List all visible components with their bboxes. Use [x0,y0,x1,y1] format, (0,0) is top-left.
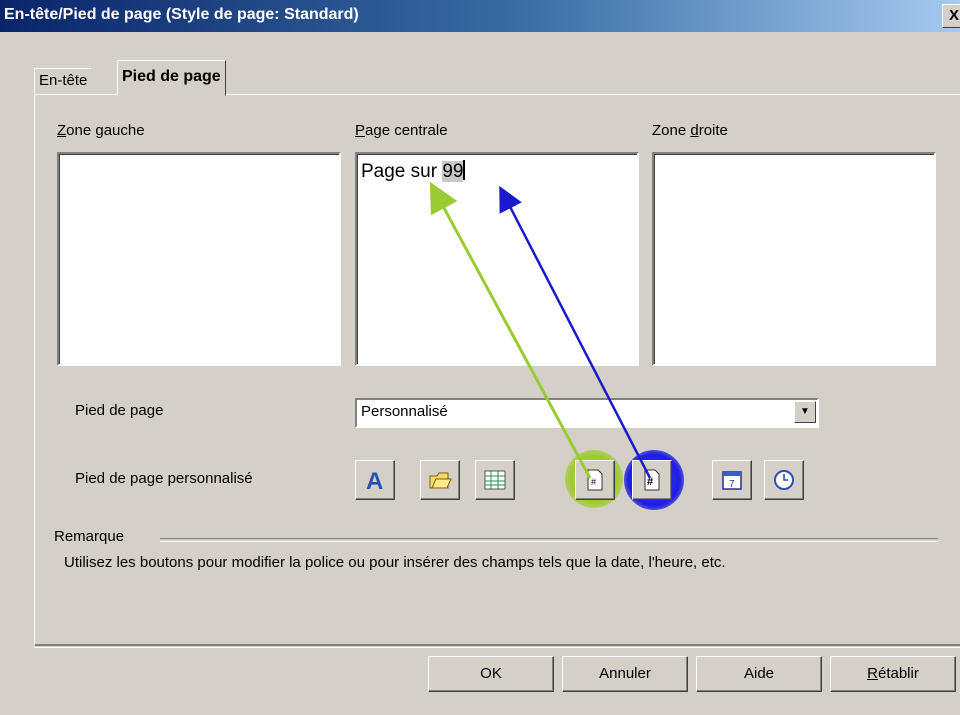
ok-button[interactable]: OK [428,656,554,692]
reset-button[interactable]: Rétablir [830,656,956,692]
window-title: En-tête/Pied de page (Style de page: Sta… [4,6,359,23]
tab-footer[interactable]: Pied de page [117,60,226,96]
tab-header[interactable]: En-tête [34,68,92,94]
cancel-button[interactable]: Annuler [562,656,688,692]
help-button[interactable]: Aide [696,656,822,692]
close-button[interactable]: X [942,4,960,28]
tab-panel [34,94,960,646]
title-bar: En-tête/Pied de page (Style de page: Sta… [0,0,960,32]
